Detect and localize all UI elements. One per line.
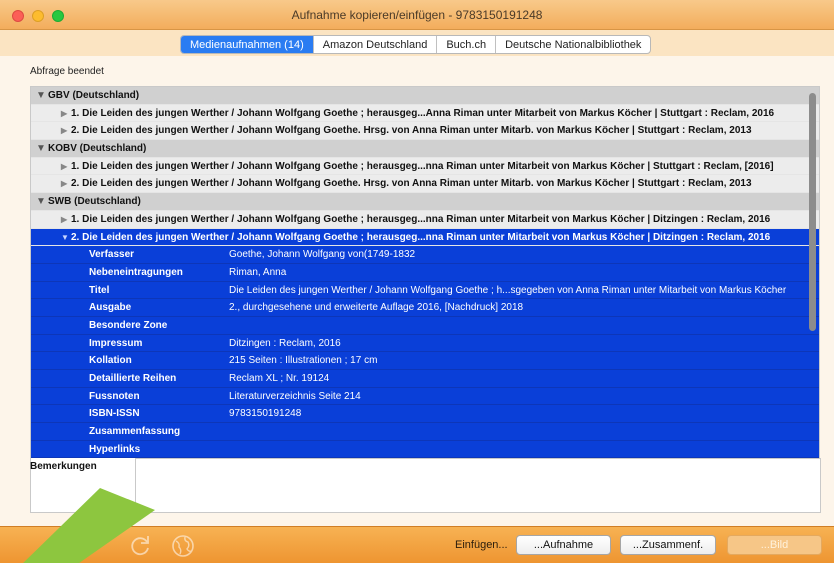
disclosure-open-icon[interactable]: ▼ — [61, 229, 71, 246]
tab-buch-ch[interactable]: Buch.ch — [437, 36, 497, 53]
globe-icon[interactable] — [170, 533, 196, 559]
detail-row-hyperlinks[interactable]: Hyperlinks — [31, 440, 819, 459]
bild-button[interactable]: ...Bild — [727, 535, 822, 555]
zusammenfassung-button[interactable]: ...Zusammenf. — [620, 535, 716, 555]
detail-key: Detaillierte Reihen — [89, 373, 177, 384]
detail-row-titel[interactable]: Titel Die Leiden des jungen Werther / Joh… — [31, 281, 819, 300]
remarks-label: Bemerkungen — [30, 461, 97, 472]
detail-value: Riman, Anna — [229, 266, 287, 278]
detail-key: Zusammenfassung — [89, 426, 181, 438]
detail-key: Besondere Zone — [89, 319, 168, 331]
bottom-toolbar: Einfügen... ...Aufnahme ...Zusammenf. ..… — [0, 526, 834, 563]
result-label: 1. Die Leiden des jungen Werther / Johan… — [71, 160, 774, 172]
detail-row-verfasser[interactable]: Verfasser Goethe, Johann Wolfgang von(174… — [31, 246, 819, 264]
detail-key: Nebeneintragungen — [89, 266, 183, 278]
tab-deutsche-nationalbibliothek[interactable]: Deutsche Nationalbibliothek — [496, 36, 650, 53]
detail-row-detaillierte-reihen[interactable]: Detaillierte Reihen Reclam XL ; Nr. 19124 — [31, 370, 819, 388]
detail-row-kollation[interactable]: Kollation 215 Seiten : Illustrationen ; 1… — [31, 352, 819, 370]
main-pane: Abfrage beendet ▼ GBV (Deutschland) ▶ 1. D… — [0, 56, 834, 526]
result-label: 2. Die Leiden des jungen Werther / Johan… — [71, 178, 752, 190]
window-title: Aufnahme kopieren/einfügen - 97831501912… — [291, 8, 543, 22]
tab-medienaufnahmen[interactable]: Medienaufnahmen (14) — [181, 36, 314, 53]
group-label: SWB (Deutschland) — [48, 196, 141, 208]
remarks-field[interactable] — [135, 458, 821, 513]
detail-value: Ditzingen : Reclam, 2016 — [229, 337, 341, 349]
detail-row-besondere-zone[interactable]: Besondere Zone — [31, 316, 819, 335]
detail-value: 9783150191248 — [229, 408, 302, 420]
disclosure-closed-icon[interactable]: ▶ — [61, 175, 71, 192]
detail-key: Fussnoten — [89, 390, 140, 402]
detail-key: Impressum — [89, 337, 143, 349]
title-bar: Aufnahme kopieren/einfügen - 97831501912… — [0, 0, 834, 30]
group-kobv[interactable]: ▼ KOBV (Deutschland) — [31, 140, 819, 158]
results-list[interactable]: ▼ GBV (Deutschland) ▶ 1. Die Leiden des ju… — [30, 86, 820, 513]
back-arrow-icon[interactable] — [42, 533, 68, 559]
tab-amazon-deutschland[interactable]: Amazon Deutschland — [314, 36, 438, 53]
detail-row-fussnoten[interactable]: Fussnoten Literaturverzeichnis Seite 214 — [31, 387, 819, 406]
detail-value: 2., durchgesehene und erweiterte Auflage… — [229, 302, 524, 314]
result-row-selected[interactable]: ▼ 2. Die Leiden des jungen Werther / Joha… — [31, 228, 819, 247]
group-label: GBV (Deutschland) — [48, 90, 140, 101]
detail-key: ISBN-ISSN — [89, 408, 140, 420]
detail-row-ausgabe[interactable]: Ausgabe 2., durchgesehene und erweiterte … — [31, 299, 819, 317]
detail-row-zusammenfassung[interactable]: Zusammenfassung — [31, 423, 819, 441]
detail-value: Reclam XL ; Nr. 19124 — [229, 373, 330, 384]
result-label: 2. Die Leiden des jungen Werther / Johan… — [71, 125, 752, 137]
disclosure-open-icon[interactable]: ▼ — [36, 140, 48, 157]
disclosure-open-icon[interactable]: ▼ — [36, 87, 48, 104]
detail-key: Kollation — [89, 355, 132, 367]
group-swb[interactable]: ▼ SWB (Deutschland) — [31, 193, 819, 211]
source-tabs: Medienaufnahmen (14) Amazon Deutschland … — [180, 35, 652, 54]
disclosure-open-icon[interactable]: ▼ — [36, 193, 48, 210]
disclosure-closed-icon[interactable]: ▶ — [61, 122, 71, 139]
tab-bar: Medienaufnahmen (14) Amazon Deutschland … — [0, 30, 834, 56]
detail-value: Die Leiden des jungen Werther / Johann W… — [229, 284, 787, 296]
result-row[interactable]: ▶ 1. Die Leiden des jungen Werther / Joha… — [31, 210, 819, 229]
detail-row-isbn-issn[interactable]: ISBN-ISSN 9783150191248 — [31, 405, 819, 424]
reload-icon[interactable] — [127, 533, 153, 559]
detail-value: Literaturverzeichnis Seite 214 — [229, 390, 361, 402]
disclosure-closed-icon[interactable]: ▶ — [61, 158, 71, 175]
result-row[interactable]: ▶ 2. Die Leiden des jungen Werther / Joha… — [31, 175, 819, 194]
disclosure-closed-icon[interactable]: ▶ — [61, 105, 71, 122]
aufnahme-button[interactable]: ...Aufnahme — [516, 535, 611, 555]
detail-value: Goethe, Johann Wolfgang von(1749-1832 — [229, 249, 416, 261]
result-row[interactable]: ▶ 2. Die Leiden des jungen Werther / Joha… — [31, 122, 819, 141]
result-label: 1. Die Leiden des jungen Werther / Johan… — [71, 213, 771, 225]
result-label: 1. Die Leiden des jungen Werther / Johan… — [71, 107, 775, 119]
result-label: 2. Die Leiden des jungen Werther / Johan… — [71, 231, 771, 243]
detail-row-impressum[interactable]: Impressum Ditzingen : Reclam, 2016 — [31, 334, 819, 353]
group-gbv[interactable]: ▼ GBV (Deutschland) — [31, 87, 819, 105]
detail-row-nebeneintragungen[interactable]: Nebeneintragungen Riman, Anna — [31, 263, 819, 282]
detail-key: Ausgabe — [89, 302, 132, 314]
detail-key: Titel — [89, 284, 110, 296]
vertical-scrollbar[interactable] — [809, 93, 816, 331]
group-label: KOBV (Deutschland) — [48, 143, 147, 155]
detail-key: Hyperlinks — [89, 443, 141, 455]
einfuegen-label: Einfügen... — [455, 539, 508, 551]
disclosure-closed-icon[interactable]: ▶ — [61, 211, 71, 228]
detail-value: 215 Seiten : Illustrationen ; 17 cm — [229, 355, 378, 367]
query-status: Abfrage beendet — [30, 66, 104, 77]
result-row[interactable]: ▶ 1. Die Leiden des jungen Werther / Joha… — [31, 104, 819, 123]
result-row[interactable]: ▶ 1. Die Leiden des jungen Werther / Joha… — [31, 157, 819, 176]
detail-key: Verfasser — [89, 249, 135, 261]
